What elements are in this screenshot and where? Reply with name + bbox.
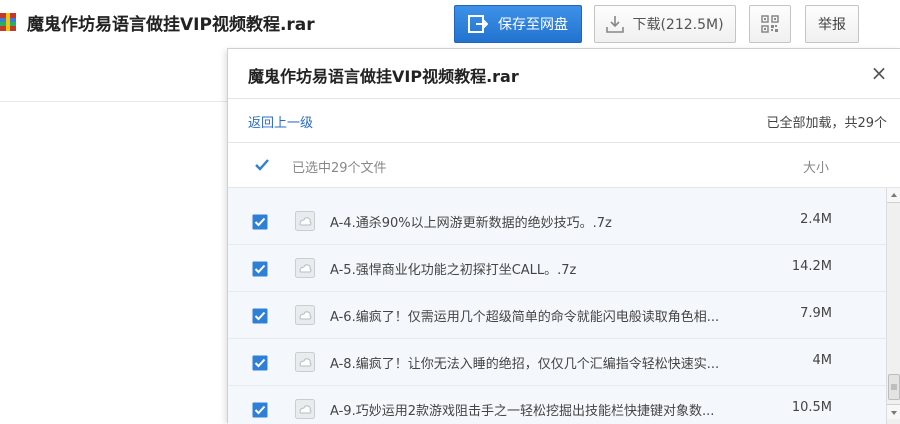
- file-name[interactable]: A-9.巧妙运用2款游戏阻击手之一轻松挖掘出技能栏快捷键对象数...: [330, 400, 714, 419]
- select-all-checkbox[interactable]: [254, 157, 270, 173]
- file-size: 2.4M: [800, 212, 832, 227]
- file-name[interactable]: A-6.编疯了！仅需运用几个超级简单的命令就能闪电般读取角色相...: [330, 306, 719, 325]
- download-button-label: 下载(212.5M): [632, 17, 724, 33]
- file-row[interactable]: A-8.编疯了！让你无法入睡的绝招，仅仅几个汇编指令轻松快速实... 4M: [228, 339, 886, 386]
- file-checkbox[interactable]: [252, 355, 268, 371]
- file-list[interactable]: A-4.通杀90%以上网游更新数据的绝妙技巧。.7z 2.4M A-5.强悍商业化功…: [228, 188, 900, 424]
- file-checkbox[interactable]: [252, 402, 268, 418]
- file-checkbox[interactable]: [252, 308, 268, 324]
- save-to-cloud-icon: [468, 15, 488, 33]
- file-row[interactable]: A-6.编疯了！仅需运用几个超级简单的命令就能闪电般读取角色相... 7.9M: [228, 292, 886, 339]
- file-checkbox[interactable]: [252, 261, 268, 277]
- dialog-nav-row: 返回上一级 已全部加载，共29个: [228, 99, 900, 143]
- page-title: 魔鬼作坊易语言做挂VIP视频教程.rar: [27, 15, 315, 35]
- file-name[interactable]: A-5.强悍商业化功能之初探打坐CALL。.7z: [330, 259, 576, 278]
- file-size: 7.9M: [800, 306, 832, 321]
- download-icon: [606, 16, 625, 33]
- scroll-up-arrow[interactable]: [887, 188, 900, 203]
- save-button-label: 保存至网盘: [498, 17, 568, 33]
- archive-file-icon: [0, 13, 16, 31]
- file-name[interactable]: A-4.通杀90%以上网游更新数据的绝妙技巧。.7z: [330, 212, 612, 231]
- download-button[interactable]: 下载(212.5M): [594, 5, 736, 43]
- file-row[interactable]: A-5.强悍商业化功能之初探打坐CALL。.7z 14.2M: [228, 245, 886, 292]
- file-size: 14.2M: [791, 259, 832, 274]
- selected-count-label: 已选中29个文件: [292, 161, 387, 176]
- report-button-label: 举报: [818, 17, 846, 33]
- archive-file-icon: [295, 352, 315, 372]
- close-icon[interactable]: ×: [869, 63, 889, 83]
- file-checkbox[interactable]: [252, 214, 268, 230]
- file-list-header: 已选中29个文件 大小: [228, 143, 900, 188]
- size-column-header: 大小: [803, 161, 830, 176]
- archive-file-icon: [295, 305, 315, 325]
- archive-file-icon: [295, 211, 315, 231]
- report-button[interactable]: 举报: [805, 5, 859, 43]
- load-status-text: 已全部加载，共29个: [766, 116, 887, 131]
- archive-file-icon: [295, 399, 315, 419]
- file-size: 4M: [812, 353, 833, 368]
- dialog-header: 魔鬼作坊易语言做挂VIP视频教程.rar ×: [228, 49, 900, 99]
- file-size: 10.5M: [791, 400, 832, 415]
- archive-preview-dialog: 魔鬼作坊易语言做挂VIP视频教程.rar × 返回上一级 已全部加载，共29个 …: [227, 48, 900, 424]
- list-scrollbar[interactable]: [886, 188, 900, 424]
- file-row[interactable]: A-9.巧妙运用2款游戏阻击手之一轻松挖掘出技能栏快捷键对象数... 10.5M: [228, 386, 886, 424]
- dialog-title: 魔鬼作坊易语言做挂VIP视频教程.rar: [248, 67, 519, 86]
- file-name[interactable]: A-8.编疯了！让你无法入睡的绝招，仅仅几个汇编指令轻松快速实...: [330, 353, 719, 372]
- qr-code-button[interactable]: [749, 5, 791, 43]
- archive-file-icon: [295, 258, 315, 278]
- back-to-parent-link[interactable]: 返回上一级: [248, 112, 313, 131]
- qr-code-icon: [761, 15, 779, 33]
- scrollbar-thumb[interactable]: [888, 374, 900, 400]
- file-row[interactable]: A-4.通杀90%以上网游更新数据的绝妙技巧。.7z 2.4M: [228, 198, 886, 245]
- scroll-down-arrow[interactable]: [887, 404, 900, 419]
- save-to-cloud-button[interactable]: 保存至网盘: [454, 5, 582, 43]
